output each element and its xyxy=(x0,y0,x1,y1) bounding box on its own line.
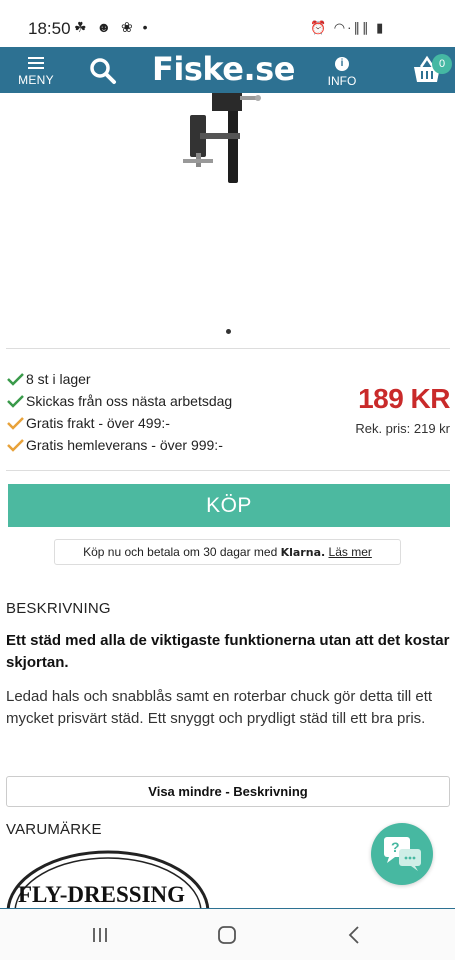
stock-info-list: 8 st i lager Skickas från oss nästa arbe… xyxy=(6,368,232,456)
brand-logo[interactable]: FLY-DRESSING xyxy=(4,850,210,910)
stock-item: 8 st i lager xyxy=(6,368,232,390)
stock-item: Gratis hemleverans - över 999:- xyxy=(6,434,232,456)
description-lead: Ett städ med alla de viktigaste funktion… xyxy=(6,632,450,671)
chat-label: ? xyxy=(391,839,400,855)
carousel-dot[interactable] xyxy=(226,329,231,334)
fly-tying-vise-image xyxy=(183,93,261,183)
info-button[interactable]: i INFO xyxy=(322,55,362,88)
description-heading: BESKRIVNING xyxy=(6,600,111,617)
orange-check-icon xyxy=(7,439,24,452)
recent-apps-icon[interactable] xyxy=(91,926,109,944)
stock-item-text: 8 st i lager xyxy=(26,371,91,387)
fly-dressing-logo: FLY-DRESSING xyxy=(6,850,210,910)
menu-label: MENY xyxy=(18,73,54,87)
klarna-text: Köp nu och betala om 30 dagar med xyxy=(83,545,278,559)
home-icon[interactable] xyxy=(217,925,237,945)
stock-item-text: Gratis hemleverans - över 999:- xyxy=(26,437,223,453)
green-check-icon xyxy=(7,373,24,386)
chat-bubble-icon: ? xyxy=(384,837,421,871)
green-check-icon xyxy=(7,395,24,408)
menu-button[interactable]: MENY xyxy=(14,55,58,89)
klarna-logo: Klarna. xyxy=(280,546,326,559)
stock-item: Gratis frakt - över 499:- xyxy=(6,412,232,434)
info-label: INFO xyxy=(327,74,357,88)
back-icon[interactable] xyxy=(346,925,362,945)
status-system-icons: ⏰ ◠·∥∥ ▮ xyxy=(310,20,386,35)
info-icon: i xyxy=(335,57,349,71)
search-button[interactable] xyxy=(88,56,118,86)
divider xyxy=(6,470,450,471)
brand-logo-text: FLY-DRESSING xyxy=(18,882,185,907)
divider xyxy=(6,348,450,349)
klarna-banner: Köp nu och betala om 30 dagar med Klarna… xyxy=(54,539,401,565)
product-price: 189 KR xyxy=(358,383,450,414)
cart-count-badge: 0 xyxy=(432,54,452,74)
hamburger-icon xyxy=(28,57,44,69)
product-image[interactable] xyxy=(0,93,455,323)
show-less-description-button[interactable]: Visa mindre - Beskrivning xyxy=(6,776,450,807)
brand-heading: VARUMÄRKE xyxy=(6,821,102,838)
site-logo[interactable]: Fiske.se xyxy=(152,50,295,88)
stock-item: Skickas från oss nästa arbetsdag xyxy=(6,390,232,412)
status-bar: 18:50 ☘ ☻ ❀ • ⏰ ◠·∥∥ ▮ xyxy=(0,0,455,47)
stock-item-text: Skickas från oss nästa arbetsdag xyxy=(26,393,233,409)
chat-button[interactable]: ? xyxy=(371,823,433,885)
recommended-price: Rek. pris: 219 kr xyxy=(355,421,450,436)
search-icon xyxy=(90,58,116,84)
site-header: MENY Fiske.se i INFO xyxy=(0,47,455,93)
status-time: 18:50 xyxy=(28,19,71,38)
system-navigation-bar xyxy=(0,908,455,960)
buy-button[interactable]: KÖP xyxy=(8,484,450,527)
status-notification-icons: ☘ ☻ ❀ • xyxy=(74,19,151,35)
description-body: Ledad hals och snabblås samt en roterbar… xyxy=(6,688,433,727)
stock-item-text: Gratis frakt - över 499:- xyxy=(26,415,170,431)
klarna-read-more-link[interactable]: Läs mer xyxy=(329,545,372,559)
orange-check-icon xyxy=(7,417,24,430)
